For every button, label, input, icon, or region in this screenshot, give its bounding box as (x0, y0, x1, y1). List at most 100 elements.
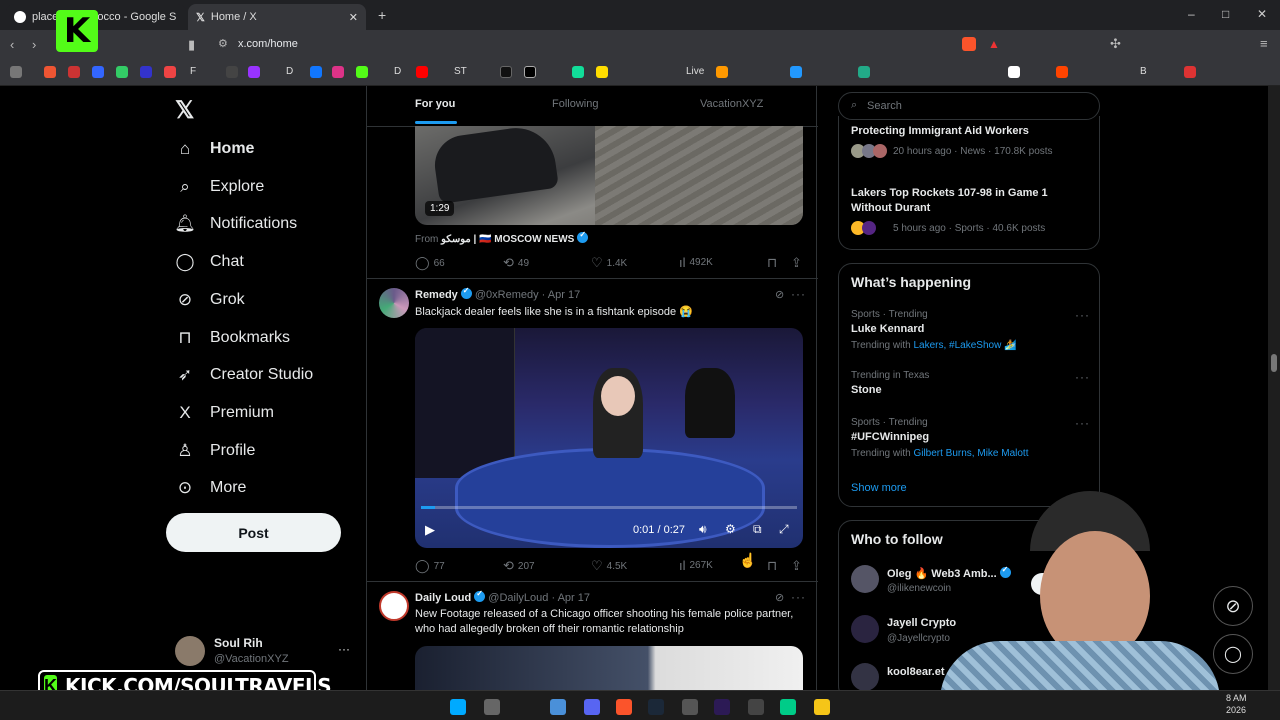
trend-title[interactable]: #UFCWinnipeg (851, 431, 929, 443)
post-date[interactable]: Apr 17 (548, 289, 580, 301)
maximize-button[interactable]: □ (1222, 7, 1229, 21)
account-name[interactable]: Soul Rih (214, 636, 263, 650)
bookmark-icon[interactable] (500, 66, 512, 78)
post2-video[interactable]: ▶ 0:01 / 0:27 🔊︎ ⚙ ⧉ ⤢ (415, 328, 803, 548)
sidebar-item-notifications[interactable]: 🔔︎ Notifications (174, 209, 297, 239)
trend-more-icon[interactable]: ··· (1075, 370, 1090, 384)
minimize-button[interactable]: – (1188, 7, 1195, 21)
bookmark-icon[interactable] (226, 66, 238, 78)
bookmark-icon[interactable] (164, 66, 176, 78)
post1-video[interactable]: 1:29 (415, 126, 803, 225)
brave-rewards-icon[interactable]: ▲ (988, 37, 1000, 51)
x-logo-icon[interactable]: 𝕏 (175, 96, 194, 125)
bookmark-folder[interactable]: F (190, 66, 196, 77)
extensions-icon[interactable]: ✣ (1110, 36, 1121, 52)
bookmark-icon[interactable] (1008, 66, 1020, 78)
post-button[interactable]: Post (166, 513, 341, 552)
close-window-button[interactable]: ✕ (1257, 7, 1267, 21)
edge-icon[interactable] (780, 699, 796, 715)
page-scrollbar[interactable] (1268, 86, 1280, 690)
post3-video[interactable] (415, 646, 803, 690)
trend-title[interactable]: Stone (851, 384, 882, 396)
bookmark-folder[interactable]: Live (686, 66, 704, 77)
sidebar-item-bookmarks[interactable]: ⊓ Bookmarks (174, 323, 290, 353)
sidebar-item-grok[interactable]: ⊘ Grok (174, 285, 245, 315)
bookmark-icon[interactable] (416, 66, 428, 78)
clock-time[interactable]: 8 AM (1226, 693, 1247, 703)
grok-explain-icon[interactable]: ⊘ (775, 288, 784, 301)
clock-date[interactable]: 2026 (1226, 705, 1246, 715)
post2-like[interactable]: ♡ 4.5K (591, 558, 627, 574)
grok-float-icon[interactable]: ⊘ (1213, 586, 1253, 626)
windows-start-icon[interactable] (450, 699, 466, 715)
tab-following[interactable]: Following (552, 98, 598, 110)
news-title[interactable]: Lakers Top Rockets 107-98 in Game 1 With… (851, 186, 1071, 216)
account-more-icon[interactable]: ··· (338, 642, 350, 656)
bookmark-icon[interactable] (44, 66, 56, 78)
scrollbar-thumb[interactable] (1271, 354, 1277, 372)
premiere-icon[interactable] (714, 699, 730, 715)
trend-more-icon[interactable]: ··· (1075, 416, 1090, 430)
bookmark-icon[interactable] (1184, 66, 1196, 78)
bookmark-icon[interactable] (524, 66, 536, 78)
remedy-avatar[interactable] (379, 288, 409, 318)
author-handle[interactable]: @DailyLoud (488, 592, 548, 604)
bookmark-folder[interactable]: D (394, 66, 401, 77)
chat-float-icon[interactable]: ◯ (1213, 634, 1253, 674)
grok-explain-icon[interactable]: ⊘ (775, 591, 784, 604)
post2-reply[interactable]: ◯ 77 (415, 558, 445, 574)
url-field[interactable]: x.com/home (238, 38, 298, 50)
bookmark-icon[interactable] (356, 66, 368, 78)
post1-share[interactable]: ⇪ (791, 255, 802, 271)
tab-for-you[interactable]: For you (415, 98, 455, 110)
browser-tab-x[interactable]: 𝕏 Home / X ✕ (188, 4, 366, 30)
progress-track[interactable] (421, 506, 797, 509)
tab-vacationxyz[interactable]: VacationXYZ (700, 98, 763, 110)
sidebar-item-creator-studio[interactable]: ➶ Creator Studio (174, 360, 313, 390)
search-input[interactable]: Search (867, 100, 902, 112)
brave-shield-icon[interactable] (962, 37, 976, 51)
post1-repost[interactable]: ⟲ 49 (503, 255, 529, 271)
bookmark-icon[interactable] (596, 66, 608, 78)
avatar[interactable] (851, 663, 879, 690)
post2-bookmark[interactable]: ⊓ (767, 558, 777, 574)
pip-icon[interactable]: ⧉ (753, 522, 762, 537)
post-more-icon[interactable]: ··· (791, 590, 806, 604)
bookmark-icon[interactable] (310, 66, 322, 78)
bookmark-folder[interactable]: D (286, 66, 293, 77)
avatar[interactable] (851, 565, 879, 593)
bookmark-icon[interactable] (116, 66, 128, 78)
fullscreen-icon[interactable]: ⤢ (779, 522, 789, 537)
back-icon[interactable]: ‹ (10, 37, 14, 52)
dailyloud-avatar[interactable] (379, 591, 409, 621)
avatar[interactable] (175, 636, 205, 666)
news-title[interactable]: Protecting Immigrant Aid Workers (851, 125, 1029, 137)
trend-related[interactable]: Lakers, #LakeShow 🏄 (913, 340, 1016, 351)
post-date[interactable]: Apr 17 (558, 592, 590, 604)
sidebar-item-more[interactable]: ⊙ More (174, 473, 247, 503)
explorer-icon[interactable] (814, 699, 830, 715)
bookmark-icon[interactable] (248, 66, 260, 78)
sidebar-item-profile[interactable]: ♙ Profile (174, 436, 255, 466)
bookmark-icon[interactable] (68, 66, 80, 78)
new-tab-button[interactable]: + (378, 7, 386, 23)
sidebar-item-chat[interactable]: ◯ Chat (174, 247, 243, 277)
author-name[interactable]: Daily Loud (415, 592, 471, 604)
settings-icon[interactable]: ⚙ (725, 522, 736, 536)
menu-icon[interactable]: ≡ (1260, 36, 1268, 51)
show-more-link[interactable]: Show more (851, 482, 907, 494)
forward-icon[interactable]: › (32, 37, 36, 52)
trend-more-icon[interactable]: ··· (1075, 308, 1090, 322)
trend-title[interactable]: Luke Kennard (851, 323, 924, 335)
site-info-icon[interactable]: ⚙ (218, 37, 228, 50)
post1-bookmark[interactable]: ⊓ (767, 255, 777, 271)
trend-related[interactable]: Gilbert Burns, Mike Malott (913, 448, 1028, 459)
brave-icon[interactable] (616, 699, 632, 715)
follow-name[interactable]: kool8ear.et (887, 666, 944, 678)
sidebar-item-home[interactable]: ⌂ Home (174, 134, 255, 164)
post1-views[interactable]: ıl 492K (679, 255, 713, 270)
volume-icon[interactable]: 🔊︎ (699, 522, 707, 537)
taskview-icon[interactable] (484, 699, 500, 715)
post1-reply[interactable]: ◯ 66 (415, 255, 445, 271)
account-handle[interactable]: @VacationXYZ (214, 653, 289, 665)
